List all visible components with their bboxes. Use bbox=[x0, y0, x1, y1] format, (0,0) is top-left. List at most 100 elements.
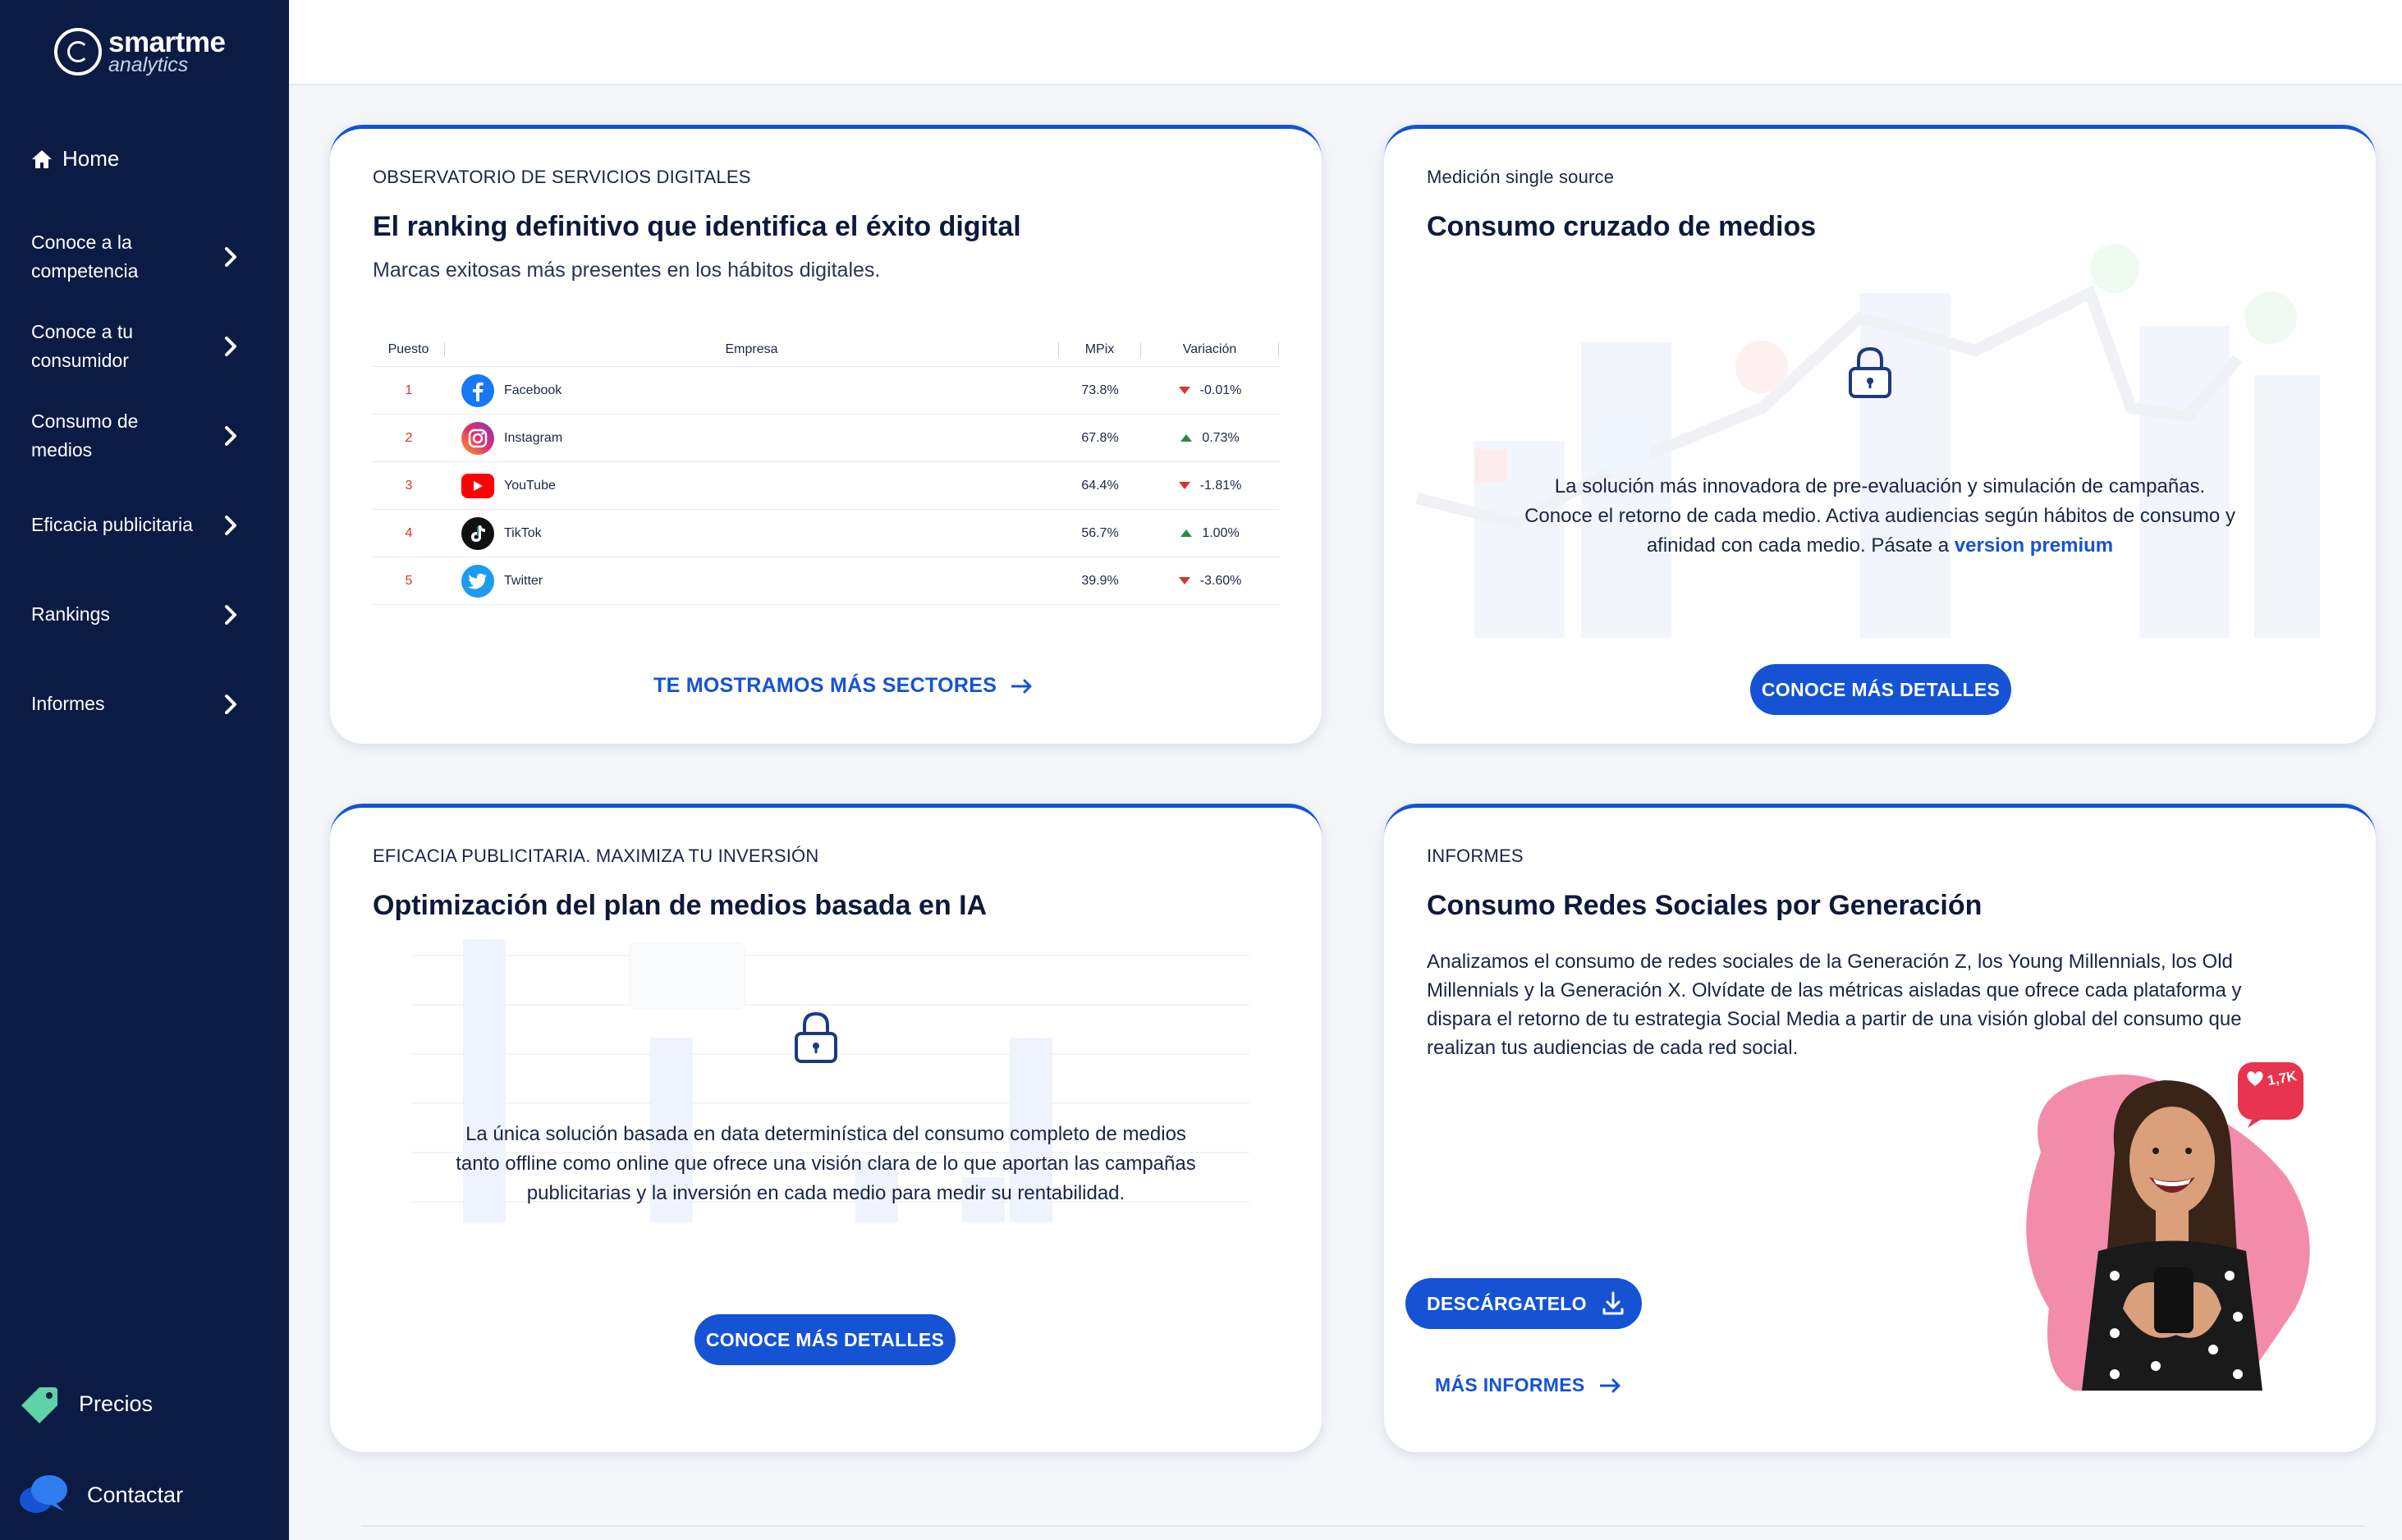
sidebar-item-label: Informes bbox=[31, 693, 105, 714]
sidebar-item-label: Conoce a la competencia bbox=[31, 231, 139, 282]
variation-value: 0.73% bbox=[1202, 430, 1240, 445]
sidebar-item-home[interactable]: Home bbox=[31, 146, 119, 172]
chat-bubble-icon bbox=[20, 1475, 67, 1513]
lock-icon bbox=[795, 1011, 837, 1063]
sidebar-nav: Conoce a la competencia Conoce a tu cons… bbox=[0, 212, 289, 749]
locked-text-line: afinidad con cada medio. Pásate a bbox=[1646, 534, 1950, 557]
column-header-mpix[interactable]: MPix bbox=[1059, 341, 1141, 357]
variation-value: -3.60% bbox=[1199, 573, 1242, 588]
table-row[interactable]: 3 YouTube 64.4% -1.81% bbox=[373, 462, 1279, 510]
more-reports-label: MÁS INFORMES bbox=[1435, 1374, 1585, 1396]
card-eyebrow: OBSERVATORIO DE SERVICIOS DIGITALES bbox=[373, 167, 751, 187]
mpix-value: 67.8% bbox=[1081, 430, 1119, 445]
logo-brand: smartme bbox=[108, 26, 226, 58]
woman-with-phone-illustration bbox=[2026, 1062, 2310, 1391]
rank-position: 5 bbox=[405, 573, 413, 588]
sidebar-item-eficacia[interactable]: Eficacia publicitaria bbox=[0, 480, 289, 570]
sidebar-item-contactar[interactable]: Contactar bbox=[18, 1472, 183, 1518]
tiktok-icon bbox=[461, 516, 494, 550]
facebook-icon bbox=[461, 374, 494, 407]
table-row[interactable]: 2 Instagram 67.8% 0.73% bbox=[373, 415, 1279, 462]
sidebar-item-competencia[interactable]: Conoce a la competencia bbox=[0, 212, 289, 301]
mpix-value: 73.8% bbox=[1081, 383, 1119, 397]
brand-name: Facebook bbox=[504, 383, 562, 397]
table-row[interactable]: 1 Facebook 73.8% -0.01% bbox=[373, 367, 1279, 415]
variation-value: -0.01% bbox=[1199, 383, 1242, 397]
sidebar-item-informes[interactable]: Informes bbox=[0, 659, 289, 749]
chevron-right-icon bbox=[225, 336, 236, 356]
brain-logo-icon bbox=[54, 28, 102, 76]
card-title: Optimización del plan de medios basada e… bbox=[373, 890, 988, 921]
sidebar-item-label: Home bbox=[62, 146, 120, 171]
twitter-icon bbox=[461, 564, 494, 598]
brand-name: Twitter bbox=[504, 573, 543, 588]
arrow-right-icon bbox=[1599, 1378, 1620, 1392]
locked-text-line: Conoce el retorno de cada medio. Activa … bbox=[1524, 505, 2235, 527]
sidebar: smartme analytics Home Conoce a la compe… bbox=[0, 0, 289, 1540]
trend-up-icon bbox=[1180, 434, 1193, 442]
report-description: Analizamos el consumo de redes sociales … bbox=[1427, 951, 2242, 1059]
more-sectors-label: TE MOSTRAMOS MÁS SECTORES bbox=[653, 674, 997, 697]
download-button[interactable]: DESCÁRGATELO bbox=[1405, 1278, 1642, 1329]
brand-name: Instagram bbox=[504, 430, 563, 445]
ranking-table: Puesto Empresa MPix Variación 1 Facebook… bbox=[373, 332, 1279, 605]
price-tag-icon bbox=[21, 1387, 57, 1423]
column-header-empresa[interactable]: Empresa bbox=[445, 341, 1059, 357]
trend-up-icon bbox=[1180, 529, 1193, 537]
card-eyebrow: Medición single source bbox=[1427, 167, 1615, 187]
more-sectors-link[interactable]: TE MOSTRAMOS MÁS SECTORES bbox=[653, 674, 1033, 698]
likes-count: 1,7K bbox=[2266, 1068, 2299, 1089]
download-icon bbox=[1602, 1291, 1624, 1315]
more-reports-link[interactable]: MÁS INFORMES bbox=[1435, 1374, 1621, 1396]
more-details-button[interactable]: CONOCE MÁS DETALLES bbox=[694, 1314, 956, 1365]
sidebar-item-consumidor[interactable]: Conoce a tu consumidor bbox=[0, 301, 289, 391]
card-title: Consumo cruzado de medios bbox=[1427, 211, 1817, 242]
card-title: El ranking definitivo que identifica el … bbox=[373, 211, 1021, 242]
more-details-button[interactable]: CONOCE MÁS DETALLES bbox=[1750, 664, 2011, 715]
sidebar-item-label: Contactar bbox=[87, 1482, 184, 1507]
logo[interactable]: smartme analytics bbox=[54, 26, 226, 76]
chevron-right-icon bbox=[225, 425, 236, 446]
locked-text-line: La solución más innovadora de pre-evalua… bbox=[1554, 475, 2206, 497]
table-header: Puesto Empresa MPix Variación bbox=[373, 332, 1279, 367]
table-row[interactable]: 4 TikTok 56.7% 1.00% bbox=[373, 510, 1279, 557]
sidebar-item-rankings[interactable]: Rankings bbox=[0, 570, 289, 659]
footer-divider bbox=[361, 1525, 2364, 1527]
mpix-value: 64.4% bbox=[1081, 478, 1119, 493]
mpix-value: 39.9% bbox=[1081, 573, 1119, 588]
sidebar-item-label: Conoce a tu consumidor bbox=[31, 320, 134, 371]
locked-description: La única solución basada en data determi… bbox=[456, 1123, 1196, 1204]
column-header-variacion[interactable]: Variación bbox=[1141, 341, 1279, 357]
media-consumption-card: Medición single source Consumo cruzado d… bbox=[1384, 125, 2376, 744]
premium-version-link[interactable]: version premium bbox=[1955, 534, 2113, 557]
chevron-right-icon bbox=[225, 694, 236, 714]
column-header-puesto[interactable]: Puesto bbox=[373, 341, 445, 357]
instagram-icon bbox=[461, 421, 494, 455]
reports-card: INFORMES Consumo Redes Sociales por Gene… bbox=[1384, 804, 2376, 1452]
sidebar-item-label: Precios bbox=[79, 1391, 154, 1416]
sidebar-item-consumo-medios[interactable]: Consumo de medios bbox=[0, 391, 289, 480]
card-subtitle: Marcas exitosas más presentes en los háb… bbox=[373, 259, 881, 282]
ranking-card: OBSERVATORIO DE SERVICIOS DIGITALES El r… bbox=[330, 125, 1322, 744]
rank-position: 1 bbox=[405, 383, 413, 397]
variation-value: -1.81% bbox=[1199, 478, 1242, 493]
rank-position: 3 bbox=[405, 478, 413, 493]
rank-position: 4 bbox=[405, 525, 413, 540]
variation-value: 1.00% bbox=[1202, 525, 1240, 540]
heart-icon bbox=[2247, 1071, 2263, 1086]
brand-name: TikTok bbox=[504, 525, 542, 540]
download-button-label: DESCÁRGATELO bbox=[1427, 1292, 1587, 1314]
rank-position: 2 bbox=[405, 430, 413, 445]
chevron-right-icon bbox=[225, 246, 236, 267]
chevron-right-icon bbox=[225, 604, 236, 625]
table-row[interactable]: 5 Twitter 39.9% -3.60% bbox=[373, 557, 1279, 605]
premium-locked-text: La solución más innovadora de pre-evalua… bbox=[1384, 472, 2376, 561]
ad-effectiveness-card: EFICACIA PUBLICITARIA. MAXIMIZA TU INVER… bbox=[330, 804, 1322, 1452]
card-title: Consumo Redes Sociales por Generación bbox=[1427, 890, 1983, 921]
card-eyebrow: EFICACIA PUBLICITARIA. MAXIMIZA TU INVER… bbox=[373, 846, 819, 866]
top-bar bbox=[289, 0, 2402, 85]
sidebar-item-label: Rankings bbox=[31, 603, 110, 625]
sidebar-item-precios[interactable]: Precios bbox=[18, 1382, 153, 1425]
youtube-icon bbox=[461, 473, 494, 498]
sidebar-item-label: Consumo de medios bbox=[31, 410, 139, 461]
